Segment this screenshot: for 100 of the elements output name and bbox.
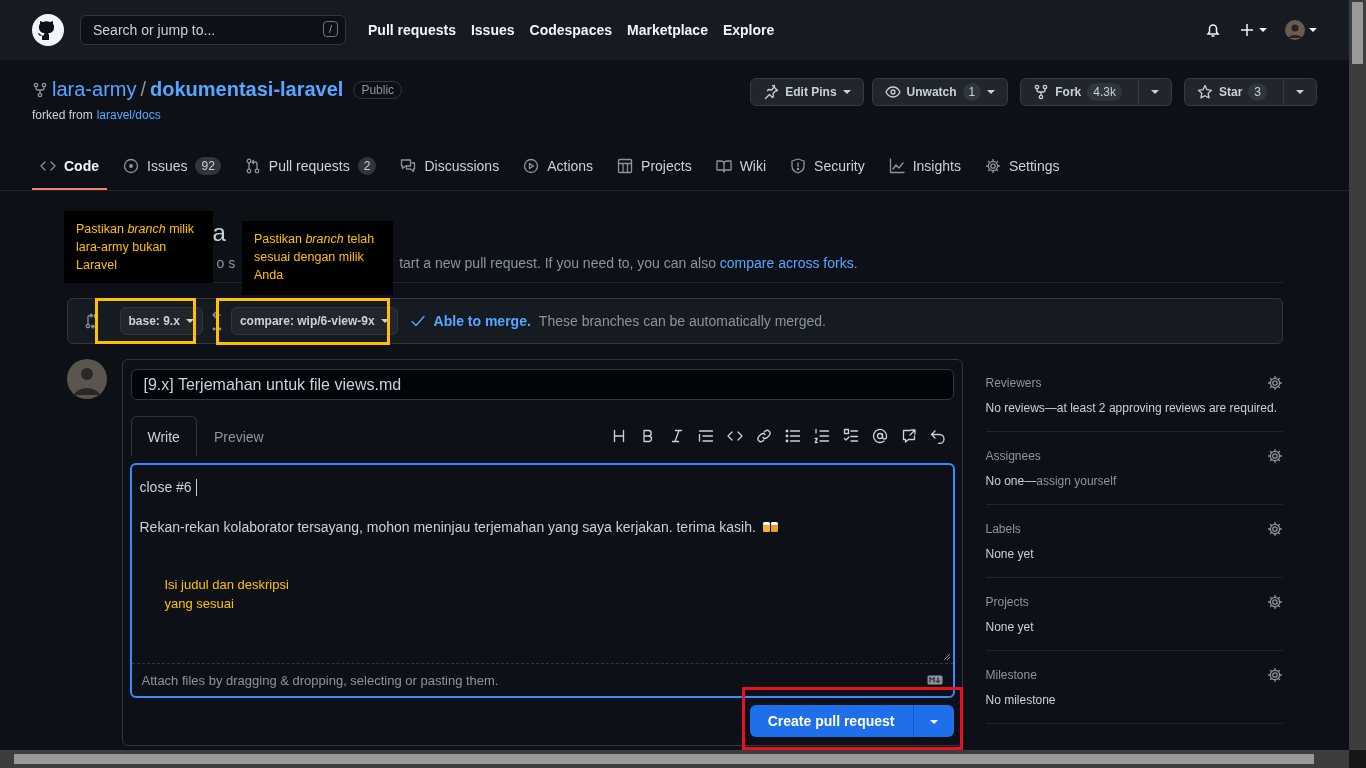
- arrow-left-icon: [210, 309, 223, 333]
- resize-handle-icon[interactable]: [942, 653, 951, 661]
- plus-icon: [1239, 22, 1255, 38]
- nav-link[interactable]: Pull requests: [368, 22, 456, 38]
- sidebar-heading: Projects: [985, 595, 1029, 609]
- shortcut-key: /: [322, 21, 338, 37]
- sidebar-value: No one—assign yourself: [985, 474, 1118, 488]
- caret-icon: [1259, 26, 1267, 34]
- star-icon: [1196, 84, 1213, 100]
- editor-tab[interactable]: Write: [130, 416, 197, 456]
- task-list-icon[interactable]: [842, 428, 859, 444]
- bell-icon[interactable]: [1205, 22, 1221, 38]
- bullet-list-icon[interactable]: [784, 428, 801, 444]
- source-repo-link[interactable]: laravel/docs: [96, 108, 161, 122]
- settings-icon[interactable]: [1266, 594, 1283, 610]
- count-badge: 2: [357, 157, 377, 175]
- attach-bar[interactable]: Attach files by dragging & dropping, selecting or pasting them.: [131, 664, 953, 696]
- caret-icon: [929, 718, 938, 726]
- avatar: [1285, 20, 1305, 40]
- compare-branch-dropdown[interactable]: compare: wip/6-view-9x: [230, 307, 398, 335]
- caret-icon: [1309, 26, 1317, 34]
- logo-icon[interactable]: [32, 14, 64, 46]
- eye-icon: [884, 84, 901, 100]
- watch-button[interactable]: Unwatch 1: [871, 78, 1009, 106]
- nav-link[interactable]: Codespaces: [529, 22, 612, 38]
- undo-icon[interactable]: [929, 428, 946, 444]
- fork-icon: [1033, 84, 1050, 100]
- settings-icon[interactable]: [1266, 448, 1283, 464]
- title-field[interactable]: [9.x] Terjemahan untuk file views.md: [130, 369, 954, 400]
- sidebar-heading: Reviewers: [985, 376, 1042, 390]
- description-text: o s: [216, 255, 236, 271]
- quote-icon[interactable]: [697, 428, 714, 444]
- repo-name-link[interactable]: dokumentasi-laravel: [150, 78, 344, 101]
- avatar: [66, 359, 107, 399]
- nav-link[interactable]: Explore: [722, 22, 775, 38]
- beer-mugs-icon: [761, 520, 780, 534]
- settings-icon[interactable]: [1266, 375, 1283, 391]
- count-badge: 92: [195, 157, 221, 175]
- sidebar-value: None yet: [985, 620, 1035, 634]
- caret-icon: [380, 317, 389, 325]
- create-pull-request-button[interactable]: Create pull request: [749, 705, 913, 737]
- settings-icon[interactable]: [1266, 667, 1283, 683]
- editor-tab[interactable]: Preview: [196, 416, 281, 456]
- book-icon: [715, 158, 732, 174]
- merge-note: These branches can be automatically merged.: [538, 313, 826, 329]
- fork-button[interactable]: Fork 4.3k: [1020, 78, 1139, 106]
- vertical-scrollbar[interactable]: [1349, 0, 1366, 750]
- shield-icon: [790, 158, 807, 174]
- dropdown-button[interactable]: [1138, 78, 1172, 106]
- mention-icon[interactable]: [871, 428, 888, 444]
- create-menu[interactable]: [1239, 22, 1267, 38]
- link-icon[interactable]: [755, 428, 772, 444]
- repo-tab[interactable]: Code: [32, 144, 107, 190]
- sidebar-value: None yet: [985, 547, 1035, 561]
- attach-hint: Attach files by dragging & dropping, selecting or pasting them.: [141, 672, 499, 688]
- assign-yourself-link[interactable]: assign yourself: [1036, 474, 1117, 488]
- pull-request-icon: [244, 158, 261, 174]
- annotation-callout: Pastikan branch milik lara-army bukan Laravel: [64, 211, 213, 283]
- merge-status: Able to merge.: [433, 313, 531, 329]
- settings-icon[interactable]: [1266, 521, 1283, 537]
- repo-tab[interactable]: Pull requests 2: [236, 144, 385, 190]
- repo-tab[interactable]: Settings: [976, 144, 1068, 190]
- sidebar-heading: Labels: [985, 522, 1021, 536]
- reference-icon[interactable]: [900, 428, 917, 444]
- nav-link[interactable]: Marketplace: [627, 22, 708, 38]
- owner-link[interactable]: lara-army: [52, 78, 137, 101]
- sidebar-value: No reviews—at least 2 approving reviews are required.: [985, 401, 1278, 415]
- dropdown-button[interactable]: [1284, 78, 1317, 106]
- count-badge: 1: [962, 83, 982, 101]
- settings-icon: [984, 158, 1001, 174]
- repo-tab[interactable]: Wiki: [707, 144, 775, 190]
- repo-tab[interactable]: Security: [782, 144, 873, 190]
- repo-tab[interactable]: Discussions: [392, 144, 508, 190]
- edit-pins-button[interactable]: Edit Pins: [750, 78, 864, 106]
- check-icon: [409, 313, 426, 329]
- caret-icon: [842, 88, 851, 96]
- caret-icon: [185, 317, 194, 325]
- star-button[interactable]: Star 3: [1183, 78, 1284, 106]
- base-branch-dropdown[interactable]: base: 9.x: [119, 307, 203, 335]
- text-cursor: [195, 478, 197, 496]
- repo-tab[interactable]: Projects: [609, 144, 700, 190]
- repo-tab[interactable]: Insights: [880, 144, 969, 190]
- horizontal-scrollbar[interactable]: [0, 750, 1349, 768]
- play-icon: [523, 158, 540, 174]
- count-badge: 3: [1248, 83, 1267, 101]
- markdown-icon: [926, 675, 943, 685]
- table-icon: [617, 158, 634, 174]
- issue-icon: [123, 158, 139, 174]
- sidebar-heading: Assignees: [985, 449, 1041, 463]
- profile-menu[interactable]: [1285, 20, 1317, 40]
- nav-link[interactable]: Issues: [470, 22, 515, 38]
- graph-icon: [888, 158, 905, 174]
- repo-tab[interactable]: Actions: [515, 144, 602, 190]
- discussion-icon: [400, 158, 417, 174]
- fork-icon: [32, 81, 48, 98]
- numbered-list-icon[interactable]: [813, 428, 830, 444]
- page-heading: a: [212, 219, 226, 247]
- caret-icon: [987, 88, 996, 96]
- compare-forks-link[interactable]: compare across forks: [719, 255, 854, 271]
- repo-tab[interactable]: Issues 92: [115, 144, 229, 190]
